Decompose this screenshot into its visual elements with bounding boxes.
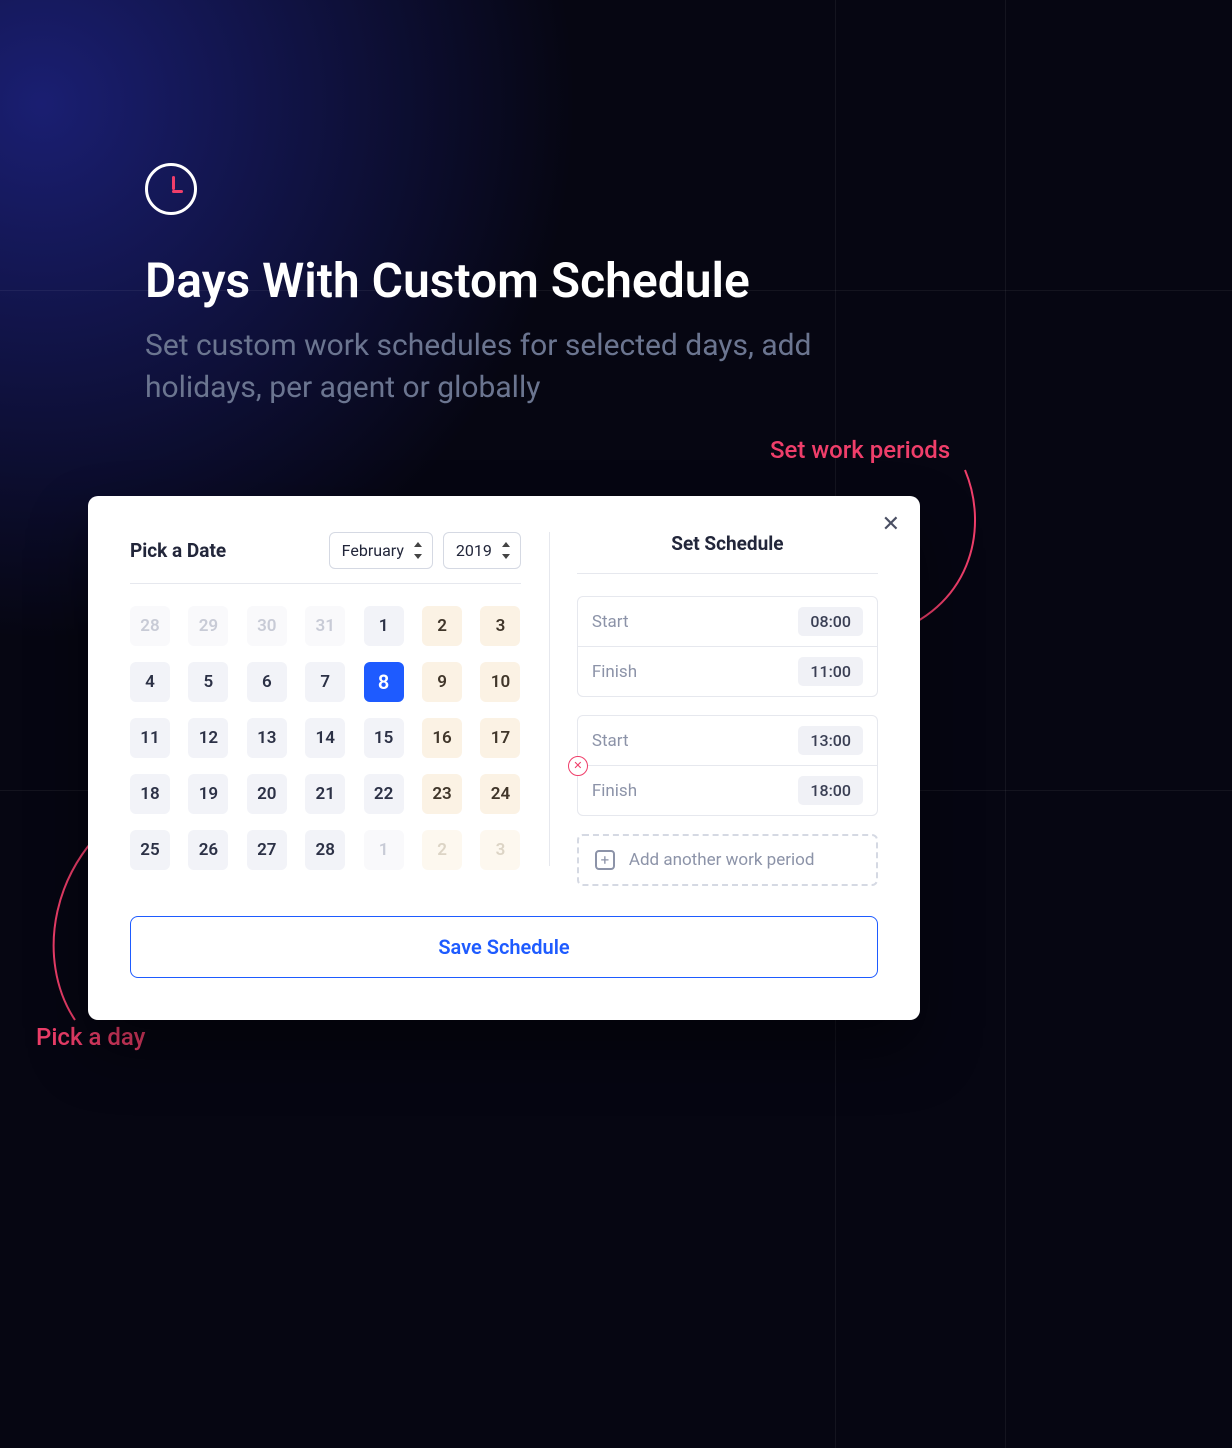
calendar-day[interactable]: 14 (305, 718, 345, 758)
remove-period-icon[interactable]: ✕ (568, 756, 588, 776)
panel-divider (549, 532, 550, 866)
set-schedule-title: Set Schedule (577, 532, 878, 574)
pick-date-title: Pick a Date (130, 539, 226, 562)
calendar-day[interactable]: 7 (305, 662, 345, 702)
add-period-button[interactable]: + Add another work period (577, 834, 878, 886)
year-select[interactable]: 2019 (443, 532, 521, 569)
calendar-day[interactable]: 12 (188, 718, 228, 758)
calendar-day[interactable]: 30 (247, 606, 287, 646)
calendar-day[interactable]: 22 (364, 774, 404, 814)
period-finish-label: Finish (592, 662, 637, 682)
work-period: Start 08:00 Finish 11:00 (577, 596, 878, 697)
calendar-day[interactable]: 25 (130, 830, 170, 870)
bg-grid-line (1005, 0, 1006, 1448)
calendar-day[interactable]: 15 (364, 718, 404, 758)
schedule-dialog: ✕ Pick a Date February 2019 282930311234… (88, 496, 920, 1020)
period-start-label: Start (592, 731, 629, 751)
clock-icon (145, 163, 197, 215)
save-schedule-button[interactable]: Save Schedule (130, 916, 878, 978)
calendar-day[interactable]: 5 (188, 662, 228, 702)
calendar-day[interactable]: 18 (130, 774, 170, 814)
calendar-day[interactable]: 3 (480, 830, 520, 870)
calendar-day[interactable]: 4 (130, 662, 170, 702)
calendar-day[interactable]: 8 (364, 662, 404, 702)
calendar-day[interactable]: 24 (480, 774, 520, 814)
period-finish-label: Finish (592, 781, 637, 801)
calendar-day[interactable]: 28 (305, 830, 345, 870)
calendar-day[interactable]: 1 (364, 830, 404, 870)
plus-icon: + (595, 850, 615, 870)
calendar-day[interactable]: 6 (247, 662, 287, 702)
period-finish-time[interactable]: 11:00 (798, 657, 863, 686)
calendar-day[interactable]: 29 (188, 606, 228, 646)
period-start-time[interactable]: 08:00 (798, 607, 863, 636)
calendar-day[interactable]: 20 (247, 774, 287, 814)
calendar-day[interactable]: 31 (305, 606, 345, 646)
calendar-day[interactable]: 27 (247, 830, 287, 870)
period-finish-time[interactable]: 18:00 (798, 776, 863, 805)
month-select[interactable]: February (329, 532, 433, 569)
annotation-set-work-periods: Set work periods (770, 436, 950, 464)
page-title: Days With Custom Schedule (145, 252, 750, 309)
period-start-label: Start (592, 612, 629, 632)
calendar-grid: 2829303112345678910111213141516171819202… (130, 606, 521, 870)
work-period: Start13:00Finish18:00✕ (577, 715, 878, 816)
page-subtitle: Set custom work schedules for selected d… (145, 325, 925, 409)
calendar-day[interactable]: 10 (480, 662, 520, 702)
calendar-day[interactable]: 19 (188, 774, 228, 814)
calendar-day[interactable]: 3 (480, 606, 520, 646)
calendar-day[interactable]: 16 (422, 718, 462, 758)
annotation-pick-a-day: Pick a day (36, 1023, 145, 1051)
schedule-panel: Set Schedule Start 08:00 Finish 11:00 Start 1… (549, 532, 878, 886)
date-picker-panel: Pick a Date February 2019 28293031123456… (130, 532, 549, 886)
calendar-day[interactable]: 9 (422, 662, 462, 702)
period-start-time[interactable]: 13:00 (798, 726, 863, 755)
calendar-day[interactable]: 2 (422, 606, 462, 646)
calendar-day[interactable]: 17 (480, 718, 520, 758)
add-period-label: Add another work period (629, 850, 815, 870)
close-icon[interactable]: ✕ (882, 512, 900, 537)
calendar-day[interactable]: 28 (130, 606, 170, 646)
calendar-day[interactable]: 23 (422, 774, 462, 814)
calendar-day[interactable]: 11 (130, 718, 170, 758)
calendar-day[interactable]: 2 (422, 830, 462, 870)
calendar-day[interactable]: 13 (247, 718, 287, 758)
calendar-day[interactable]: 21 (305, 774, 345, 814)
calendar-day[interactable]: 1 (364, 606, 404, 646)
calendar-day[interactable]: 26 (188, 830, 228, 870)
